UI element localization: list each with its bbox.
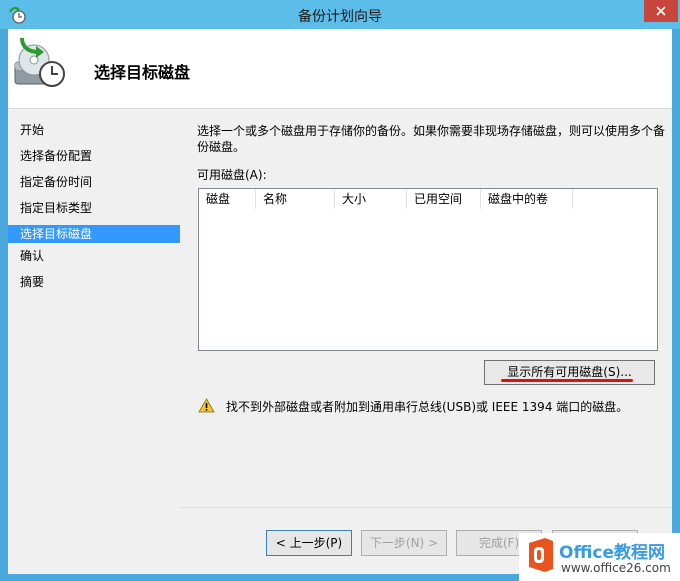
wizard-steps: 开始 选择备份配置 指定备份时间 指定目标类型 选择目标磁盘 确认 摘要 <box>8 109 180 574</box>
wizard-header: 选择目标磁盘 <box>8 29 672 109</box>
no-external-disk-warning: 找不到外部磁盘或者附加到通用串行总线(USB)或 IEEE 1394 端口的磁盘… <box>226 400 629 414</box>
step-confirm[interactable]: 确认 <box>8 247 180 265</box>
window-title: 备份计划向导 <box>298 9 382 25</box>
warning-icon <box>198 398 215 413</box>
step-backup-config[interactable]: 选择备份配置 <box>8 147 180 165</box>
column-disk[interactable]: 磁盘 <box>199 189 256 209</box>
available-disks-label: 可用磁盘(A): <box>197 168 267 182</box>
step-target-disk[interactable]: 选择目标磁盘 <box>8 225 180 243</box>
instructions-text: 选择一个或多个磁盘用于存储你的备份。如果你需要非现场存储磁盘，则可以使用多个备份… <box>197 124 666 154</box>
previous-button[interactable]: < 上一步(P) <box>266 530 352 556</box>
title-bar: 备份计划向导 <box>0 0 680 29</box>
watermark-url: www.office26.com <box>561 561 671 575</box>
watermark: Office教程网 www.office26.com <box>519 533 680 581</box>
page-title: 选择目标磁盘 <box>94 63 191 82</box>
disk-list[interactable]: 磁盘 名称 大小 已用空间 磁盘中的卷 <box>198 188 658 351</box>
close-icon <box>656 6 666 16</box>
column-volumes[interactable]: 磁盘中的卷 <box>481 189 573 209</box>
step-start[interactable]: 开始 <box>8 121 180 139</box>
step-backup-time[interactable]: 指定备份时间 <box>8 173 180 191</box>
backup-disk-icon <box>14 37 65 87</box>
annotation-underline <box>501 379 633 382</box>
close-button[interactable] <box>644 0 678 22</box>
step-summary[interactable]: 摘要 <box>8 273 180 291</box>
step-target-type[interactable]: 指定目标类型 <box>8 199 180 217</box>
office-logo-icon <box>529 538 553 572</box>
footer-divider <box>180 507 672 508</box>
wizard-window: 选择目标磁盘 开始 选择备份配置 指定备份时间 指定目标类型 选择目标磁盘 确认… <box>8 29 672 574</box>
column-size[interactable]: 大小 <box>335 189 407 209</box>
next-button[interactable]: 下一步(N) > <box>361 530 447 556</box>
disk-list-header: 磁盘 名称 大小 已用空间 磁盘中的卷 <box>199 189 657 209</box>
main-content: 选择一个或多个磁盘用于存储你的备份。如果你需要非现场存储磁盘，则可以使用多个备份… <box>180 109 672 574</box>
column-name[interactable]: 名称 <box>256 189 335 209</box>
column-used-space[interactable]: 已用空间 <box>407 189 481 209</box>
watermark-name: Office教程网 <box>559 543 666 563</box>
